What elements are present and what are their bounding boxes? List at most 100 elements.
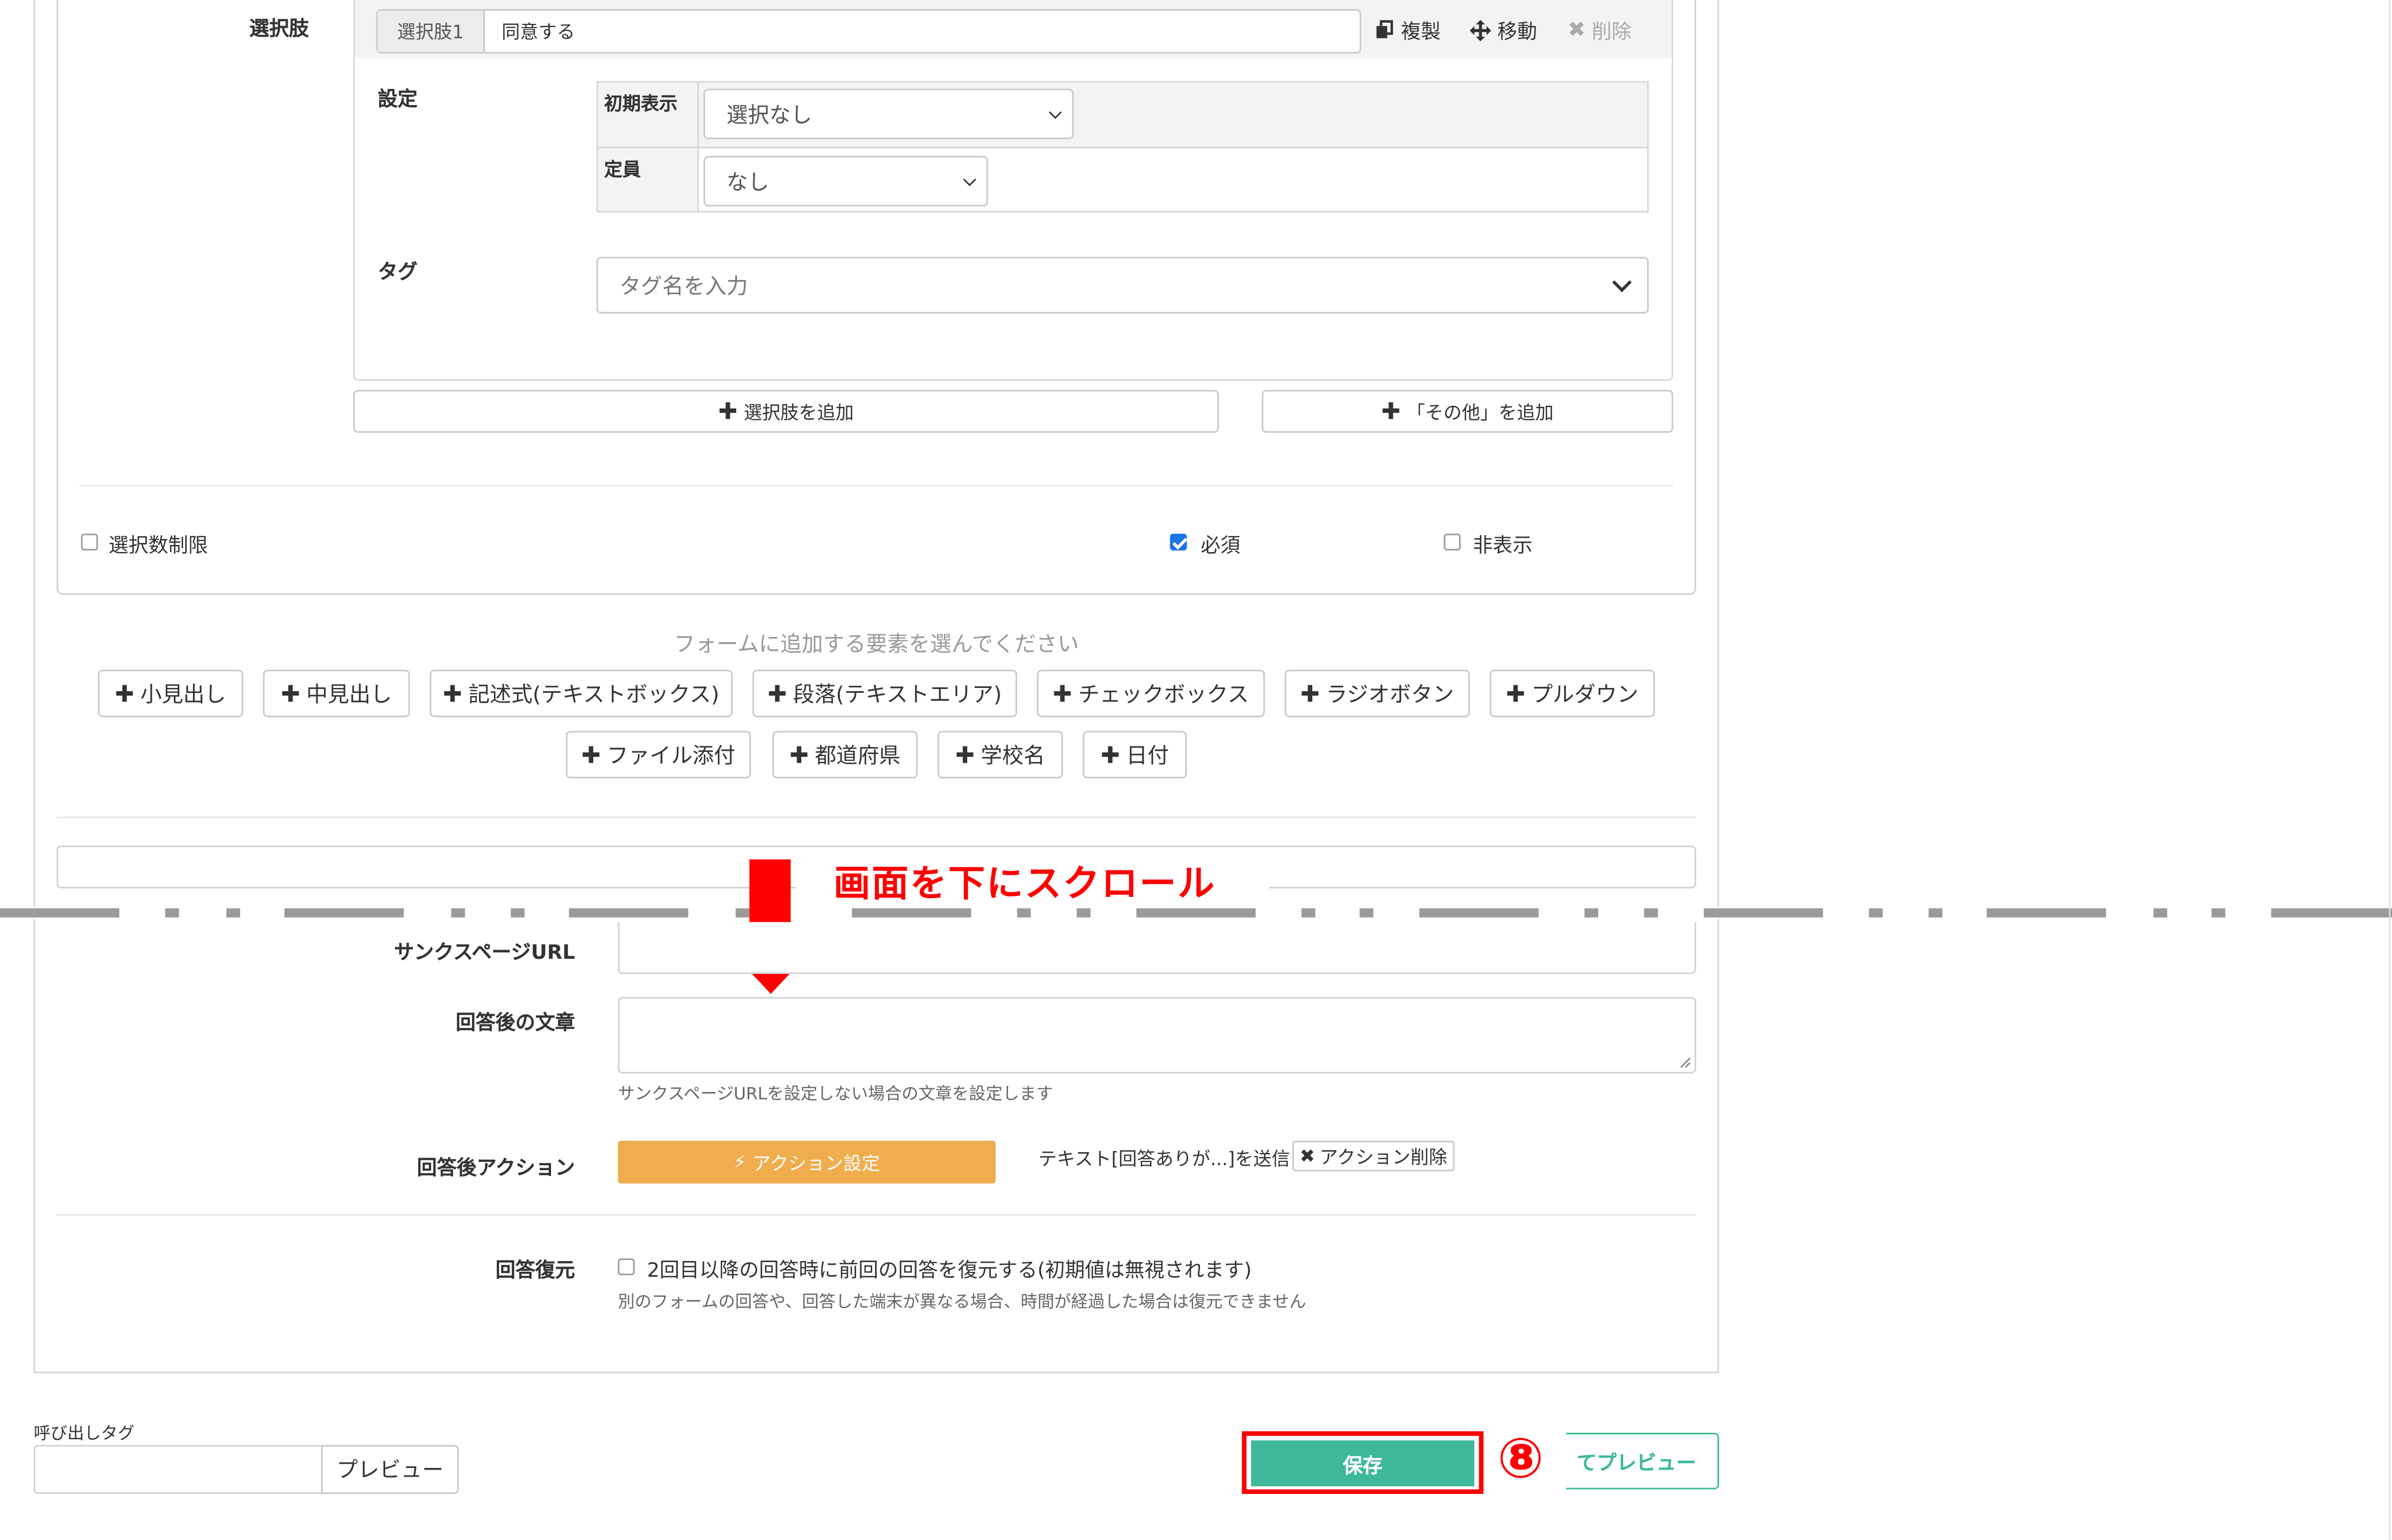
bolt-icon: ⚡ [733,1151,747,1173]
choice-item-value-input[interactable]: 同意する [502,18,575,44]
hidden-checkbox[interactable] [1443,534,1461,551]
add-checkbox-button[interactable]: ✚ チェックボックス [1036,670,1265,717]
plus-icon: ✚ [281,679,301,707]
tag-placeholder: タグ名を入力 [619,274,748,299]
card-divider [79,484,1674,486]
call-tag-input[interactable] [34,1445,323,1494]
add-choice-button[interactable]: ✚ 選択肢を追加 [353,389,1219,433]
divider-segment [1584,908,1598,918]
thanks-url-label: サンクスページURL [394,941,575,965]
step-marker: ⑧ [1497,1428,1544,1491]
limit-checkbox[interactable] [81,534,98,551]
tag-input[interactable]: タグ名を入力 [596,257,1649,314]
save-label: 保存 [1343,1454,1383,1478]
divider-segment [1703,908,1823,918]
move-icon [1469,19,1492,41]
divider-segment [1136,908,1256,918]
add-element-prompt: フォームに追加する要素を選んでください [673,633,1079,658]
call-tag-preview-button[interactable]: プレビュー [321,1445,459,1494]
outer-panel-right-border [1717,0,1719,1373]
divider-segment [1869,908,1883,918]
settings-row-sep [598,146,1648,148]
add-prefecture-button[interactable]: ✚ 都道府県 [772,731,918,778]
tag-label: タグ [378,261,418,285]
add-element-label: 段落(テキストエリア) [793,683,1002,707]
add-date-button[interactable]: ✚ 日付 [1082,731,1187,778]
add-school-button[interactable]: ✚ 学校名 [937,731,1063,778]
add-file-button[interactable]: ✚ ファイル添付 [566,731,751,778]
duplicate-label: 複製 [1401,21,1441,44]
add-subheading-small-button[interactable]: ✚ 小見出し [98,670,243,717]
action-settings-button[interactable]: ⚡ アクション設定 [618,1140,996,1184]
divider-segment [1359,908,1373,918]
restore-help: 別のフォームの回答や、回答した端末が異なる場合、時間が経過した場合は復元できませ… [618,1292,1306,1312]
add-radio-button[interactable]: ✚ ラジオボタン [1285,670,1470,717]
page-right-border [2389,0,2391,1540]
plus-icon: ✚ [955,740,975,769]
required-label: 必須 [1200,535,1241,558]
restore-checkbox-label: 2回目以降の回答時に前回の回答を復元する(初期値は無視されます) [647,1260,1252,1283]
call-tag-label: 呼び出しタグ [34,1424,135,1444]
choice-item-tag: 選択肢1 [378,10,485,52]
capacity-value: なし [726,170,769,195]
copy-icon [1376,20,1393,38]
divider-segment [284,908,404,918]
settings-label: 設定 [378,88,418,112]
limit-label: 選択数制限 [108,535,208,558]
divider-segment [165,908,179,918]
initial-display-select[interactable]: 選択なし [703,88,1074,139]
divider-segment [2271,908,2392,918]
move-button[interactable]: 移動 [1469,15,1538,44]
required-checkbox[interactable] [1170,534,1187,551]
add-textbox-button[interactable]: ✚ 記述式(テキストボックス) [430,670,733,717]
add-element-label: 小見出し [140,683,226,707]
save-preview-button[interactable]: てプレビュー [1545,1433,1719,1490]
divider-segment [1986,908,2106,918]
move-label: 移動 [1497,21,1538,44]
add-subheading-medium-button[interactable]: ✚ 中見出し [263,670,410,717]
action-delete-label: アクション削除 [1319,1146,1448,1168]
initial-display-label: 初期表示 [604,93,678,115]
divider-segment [226,908,241,918]
divider-segment [0,908,120,918]
add-textarea-button[interactable]: ✚ 段落(テキストエリア) [752,670,1017,717]
chevron-down-icon [1048,105,1062,119]
capacity-select[interactable]: なし [703,155,988,207]
add-element-label: 都道府県 [814,744,901,769]
plus-icon: ✚ [1100,740,1120,769]
close-icon: ✖ [1299,1145,1315,1167]
scroll-annotation-text: 画面を下にスクロール [833,862,1216,906]
action-settings-label: アクション設定 [752,1152,880,1174]
after-text-textarea[interactable] [618,997,1696,1074]
divider-segment [1017,908,1031,918]
divider-segment [510,908,525,918]
capacity-label: 定員 [604,159,641,181]
plus-icon: ✚ [1053,679,1072,707]
divider-segment [2153,908,2168,918]
add-element-label: 中見出し [306,683,392,707]
divider-segment [1077,908,1091,918]
add-other-button[interactable]: ✚ 「その他」を追加 [1261,389,1674,433]
plus-icon: ✚ [789,740,809,769]
resize-handle-icon[interactable] [1680,1057,1692,1069]
plus-icon: ✚ [1381,397,1401,425]
choice-section-label: 選択肢 [249,18,309,42]
add-element-label: チェックボックス [1078,683,1249,707]
thanks-url-input[interactable] [618,922,1696,974]
after-text-label: 回答後の文章 [456,1012,575,1036]
divider-segment [1644,908,1658,918]
delete-button[interactable]: ✖ 削除 [1567,15,1631,44]
save-button[interactable]: 保存 [1251,1440,1475,1486]
add-element-label: ファイル添付 [607,744,736,769]
add-element-label: ラジオボタン [1326,683,1454,707]
duplicate-button[interactable]: 複製 [1375,15,1441,44]
close-icon: ✖ [1567,17,1586,42]
action-delete-button[interactable]: ✖ アクション削除 [1292,1140,1455,1172]
add-element-label: 学校名 [981,744,1045,769]
add-element-label: プルダウン [1531,683,1639,707]
plus-icon: ✚ [1300,679,1320,707]
divider-segment [1301,908,1315,918]
restore-checkbox[interactable] [618,1258,635,1276]
add-pulldown-button[interactable]: ✚ プルダウン [1489,670,1655,717]
delete-label: 削除 [1591,21,1632,44]
